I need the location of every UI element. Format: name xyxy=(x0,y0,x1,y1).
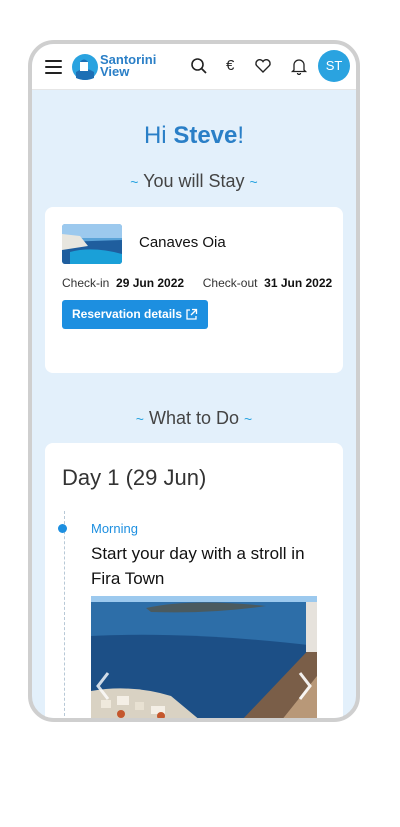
time-slot-label: Morning xyxy=(91,521,138,536)
reservation-details-button[interactable]: Reservation details xyxy=(62,300,208,329)
tilde-right: ~ xyxy=(244,411,253,427)
activity-photo[interactable] xyxy=(91,596,317,718)
todo-section-title: ~ What to Do ~ xyxy=(32,408,356,429)
tilde-right: ~ xyxy=(249,174,258,190)
checkin-date: 29 Jun 2022 xyxy=(116,276,185,290)
brand-line-2: View xyxy=(100,64,130,79)
tilde-left: ~ xyxy=(130,174,139,190)
greeting: Hi Steve! xyxy=(32,122,356,150)
chevron-left-icon[interactable] xyxy=(93,670,113,702)
timeline-line xyxy=(64,511,65,718)
tilde-left: ~ xyxy=(135,411,144,427)
activity-title[interactable]: Start your day with a stroll in Fira Tow… xyxy=(91,541,331,591)
menu-icon[interactable] xyxy=(45,60,62,74)
external-link-icon xyxy=(186,308,198,320)
checkout-label: Check-out xyxy=(202,276,258,290)
santorini-logo-icon[interactable] xyxy=(70,52,100,82)
todo-title-text: What to Do xyxy=(148,408,240,428)
timeline-dot xyxy=(58,524,67,533)
heart-icon[interactable] xyxy=(254,57,272,75)
chevron-right-icon[interactable] xyxy=(295,670,315,702)
greeting-prefix: Hi xyxy=(143,122,174,149)
stay-title-text: You will Stay xyxy=(143,171,245,191)
reservation-details-label: Reservation details xyxy=(72,307,183,321)
itinerary-card: Day 1 (29 Jun) Morning Start your day wi… xyxy=(45,443,343,718)
greeting-suffix: ! xyxy=(237,122,245,149)
phone-frame: Santorini View € ST Hi Steve! ~ You will… xyxy=(28,40,360,722)
hotel-image[interactable] xyxy=(62,224,122,264)
avatar[interactable]: ST xyxy=(318,50,350,82)
currency-button[interactable]: € xyxy=(226,57,234,74)
bell-icon[interactable] xyxy=(290,57,308,75)
day-title: Day 1 (29 Jun) xyxy=(62,465,207,490)
stay-card: Canaves Oia Check-in 29 Jun 2022 Check-o… xyxy=(45,207,343,373)
hotel-name: Canaves Oia xyxy=(139,234,226,251)
stay-section-title: ~ You will Stay ~ xyxy=(32,171,356,192)
brand-name[interactable]: Santorini View xyxy=(100,53,156,79)
checkout-date: 31 Jun 2022 xyxy=(264,276,333,290)
stay-dates: Check-in 29 Jun 2022 Check-out 31 Jun 20… xyxy=(62,276,332,290)
checkin-label: Check-in xyxy=(62,276,110,290)
greeting-name: Steve xyxy=(173,122,238,149)
top-bar: Santorini View € ST xyxy=(32,44,356,90)
search-icon[interactable] xyxy=(190,57,208,75)
